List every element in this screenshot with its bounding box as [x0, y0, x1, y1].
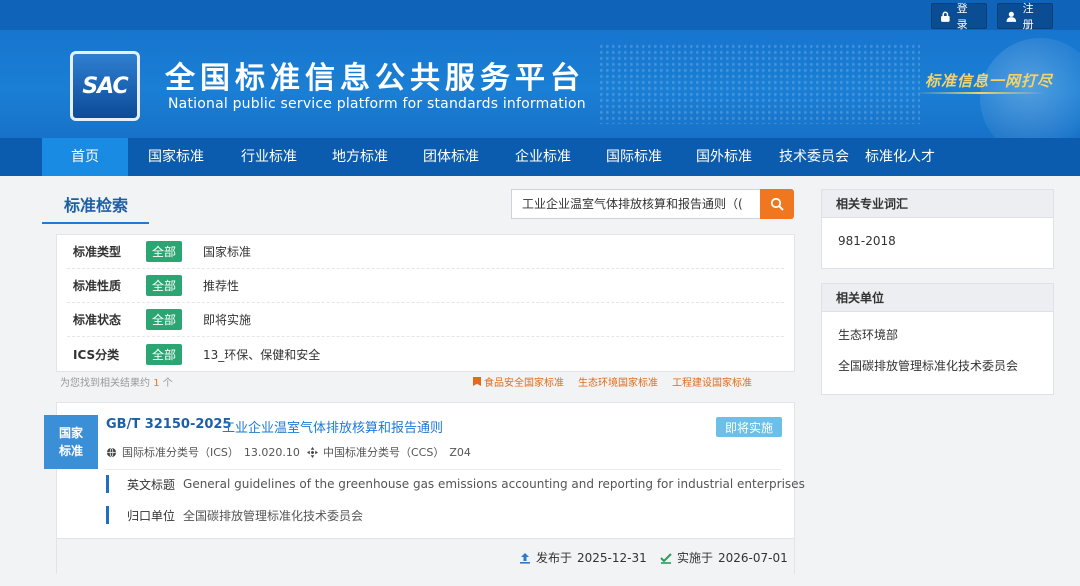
result-card: 国家 标准 GB/T 32150-2025 工业企业温室气体排放核算和报告通则 …	[44, 402, 805, 574]
nav-item-local[interactable]: 地方标准	[314, 138, 406, 176]
slogan-underline	[915, 92, 1045, 94]
filter-label: 标准类型	[73, 245, 122, 259]
user-icon	[1006, 11, 1017, 22]
search-button[interactable]	[760, 189, 794, 219]
related-standard-links: 食品安全国家标准 生态环境国家标准 工程建设国家标准	[473, 374, 752, 389]
filter-row-nature: 标准性质 全部 推荐性	[67, 269, 784, 303]
department-row: 归口单位 全国碳排放管理标准化技术委员会	[106, 505, 363, 525]
filter-row-type: 标准类型 全部 国家标准	[67, 235, 784, 269]
related-terms-panel: 相关专业词汇 981-2018	[821, 189, 1054, 269]
result-count-number: 1	[153, 378, 160, 389]
related-unit-item[interactable]: 生态环境部	[822, 320, 1053, 351]
result-count-suffix: 个	[162, 378, 173, 389]
nav-item-group[interactable]: 团体标准	[406, 138, 496, 176]
nav-item-national[interactable]: 国家标准	[128, 138, 224, 176]
status-badge: 即将实施	[716, 417, 782, 437]
ccs-meta: 中国标准分类号（CCS） Z04	[307, 444, 471, 460]
ccs-label: 中国标准分类号（CCS）	[323, 446, 445, 459]
row-accent-bar	[106, 475, 109, 493]
publish-value: 2025-12-31	[577, 550, 647, 565]
main-nav: 首页 国家标准 行业标准 地方标准 团体标准 企业标准 国际标准 国外标准 技术…	[0, 138, 1080, 176]
nav-item-foreign[interactable]: 国外标准	[678, 138, 770, 176]
site-subtitle: National public service platform for sta…	[168, 96, 586, 112]
department-value: 全国碳排放管理标准化技术委员会	[183, 508, 364, 523]
logo-text: SAC	[82, 73, 128, 99]
implement-value: 2026-07-01	[718, 550, 788, 565]
nav-item-international[interactable]: 国际标准	[590, 138, 678, 176]
english-title-row: 英文标题 General guidelines of the greenhous…	[106, 474, 805, 494]
register-label: 注册	[1022, 2, 1034, 31]
ics-label: 国际标准分类号（ICS）	[122, 446, 239, 459]
world-map-decoration	[600, 44, 920, 124]
check-icon	[660, 552, 672, 564]
filter-row-ics: ICS分类 全部 13_环保、保健和安全	[67, 337, 784, 371]
standard-type-badge: 国家 标准	[44, 415, 98, 469]
related-link-food[interactable]: 食品安全国家标准	[473, 374, 564, 389]
upload-icon	[520, 552, 530, 564]
login-button[interactable]: 登录	[931, 2, 987, 31]
filter-row-status: 标准状态 全部 即将实施	[67, 303, 784, 337]
ics-value: 13.020.10	[243, 445, 300, 459]
filter-value[interactable]: 国家标准	[203, 243, 251, 260]
related-link-label: 工程建设国家标准	[672, 378, 752, 389]
related-link-environment[interactable]: 生态环境国家标准	[578, 374, 658, 389]
filter-all-tag[interactable]: 全部	[146, 241, 183, 262]
globe-icon	[106, 447, 117, 457]
publish-date: 发布于 2025-12-31	[519, 549, 647, 566]
card-divider	[105, 469, 781, 470]
login-label: 登录	[956, 2, 968, 31]
filter-label: 标准性质	[73, 279, 122, 293]
badge-line: 标准	[58, 444, 83, 458]
sac-logo[interactable]: SAC	[70, 51, 140, 121]
crosshair-icon	[307, 446, 318, 458]
nav-item-talent[interactable]: 标准化人才	[858, 138, 942, 176]
related-link-label: 生态环境国家标准	[578, 378, 658, 389]
filter-all-tag[interactable]: 全部	[146, 343, 183, 365]
filter-panel: 标准类型 全部 国家标准 标准性质 全部 推荐性 标准状态 全部 即将实施 IC…	[56, 234, 795, 372]
card-footer: 发布于 2025-12-31 实施于 2026-07-01	[57, 538, 794, 574]
search-title-underline	[42, 222, 149, 224]
related-term-item[interactable]: 981-2018	[822, 226, 1053, 257]
related-unit-item[interactable]: 全国碳排放管理标准化技术委员会	[822, 351, 1053, 382]
nav-item-enterprise[interactable]: 企业标准	[496, 138, 590, 176]
filter-value[interactable]: 推荐性	[203, 277, 239, 294]
register-button[interactable]: 注册	[997, 2, 1053, 31]
ccs-value: Z04	[449, 445, 471, 459]
slogan: 标准信息一网打尽	[925, 72, 1054, 90]
site-title: 全国标准信息公共服务平台	[165, 61, 585, 96]
english-title-value: General guidelines of the greenhouse gas…	[183, 477, 805, 491]
related-link-construction[interactable]: 工程建设国家标准	[672, 374, 752, 389]
related-link-label: 食品安全国家标准	[484, 378, 564, 389]
related-units-panel: 相关单位 生态环境部 全国碳排放管理标准化技术委员会	[821, 283, 1054, 395]
standard-name-link[interactable]: 工业企业温室气体排放核算和报告通则	[222, 417, 443, 436]
top-bar: 登录 注册	[0, 0, 1080, 31]
filter-value[interactable]: 13_环保、保健和安全	[203, 346, 320, 363]
result-count: 为您找到相关结果约 1 个	[60, 374, 173, 389]
standard-code[interactable]: GB/T 32150-2025	[106, 417, 232, 432]
related-terms-title: 相关专业词汇	[822, 190, 1053, 218]
nav-item-home[interactable]: 首页	[42, 138, 128, 176]
result-count-prefix: 为您找到相关结果约	[60, 378, 150, 389]
badge-line: 国家	[58, 426, 83, 440]
english-title-label: 英文标题	[127, 477, 176, 492]
nav-item-committee[interactable]: 技术委员会	[770, 138, 858, 176]
filter-label: 标准状态	[73, 313, 122, 327]
related-units-title: 相关单位	[822, 284, 1053, 312]
implement-date: 实施于 2026-07-01	[660, 549, 788, 566]
filter-label: ICS分类	[73, 347, 120, 362]
search-section-title: 标准检索	[64, 196, 129, 215]
search-icon	[770, 197, 784, 211]
lock-icon	[941, 11, 950, 22]
department-label: 归口单位	[127, 508, 176, 523]
ics-meta: 国际标准分类号（ICS） 13.020.10	[106, 444, 300, 460]
filter-all-tag[interactable]: 全部	[146, 309, 183, 330]
publish-label: 发布于	[536, 551, 573, 565]
filter-value[interactable]: 即将实施	[203, 311, 251, 328]
bookmark-icon	[473, 377, 481, 386]
nav-item-industry[interactable]: 行业标准	[224, 138, 314, 176]
implement-label: 实施于	[677, 551, 714, 565]
row-accent-bar	[106, 506, 109, 524]
search-input[interactable]: 工业企业温室气体排放核算和报告通则（(	[511, 189, 761, 219]
filter-all-tag[interactable]: 全部	[146, 275, 183, 296]
